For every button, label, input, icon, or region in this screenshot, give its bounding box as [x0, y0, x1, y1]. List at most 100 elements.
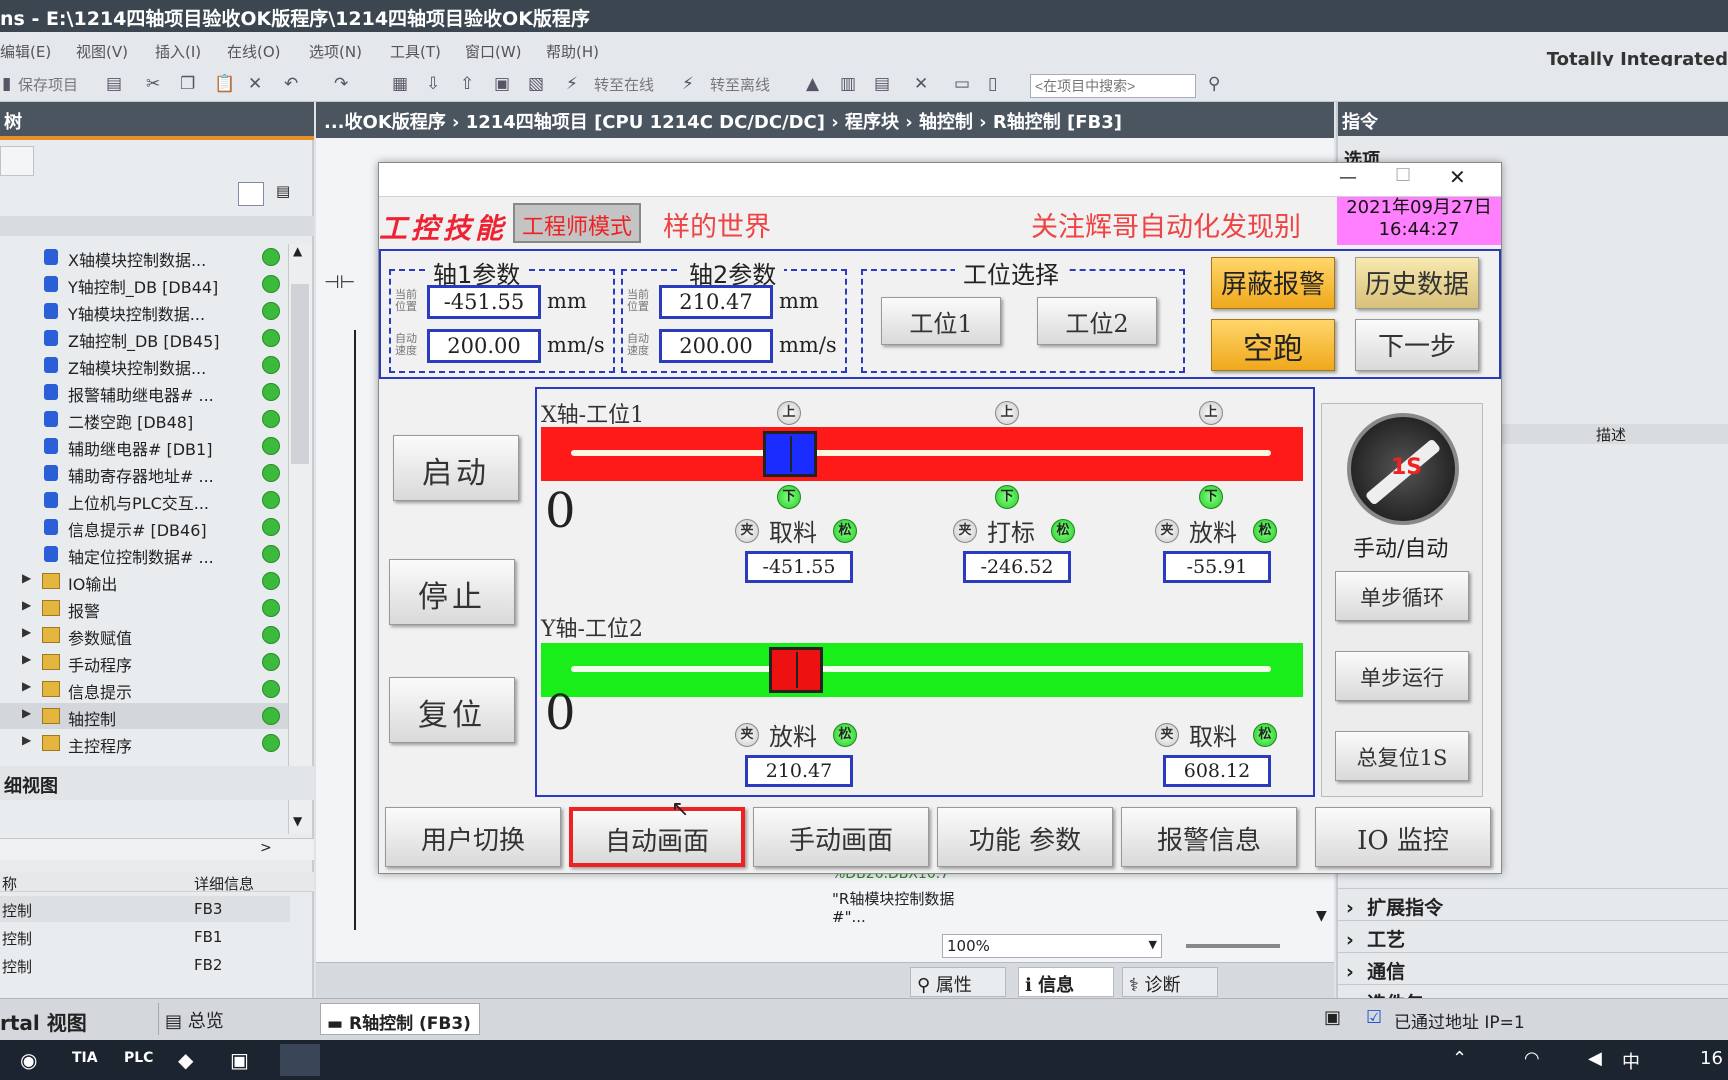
tia-portal-icon[interactable]: TIA — [72, 1050, 98, 1066]
active-app-icon[interactable] — [280, 1044, 320, 1076]
mode-selector-switch[interactable]: 1S — [1347, 413, 1459, 525]
menu-edit[interactable]: 编辑(E) — [0, 41, 51, 62]
total-reset-button[interactable]: 总复位1S — [1335, 731, 1469, 781]
search-go-icon[interactable]: ⚲ — [1208, 74, 1220, 94]
portal-view-button[interactable]: rtal 视图 — [0, 1007, 87, 1036]
tree-item[interactable]: 辅助继电器# [DB1] — [0, 433, 290, 459]
split-horizontal-icon[interactable]: ▭ — [954, 74, 970, 94]
mask-alarm-button[interactable]: 屏蔽报警 — [1211, 257, 1335, 309]
tree-item[interactable]: 辅助寄存器地址# ... — [0, 460, 290, 486]
stop-button[interactable]: 停止 — [389, 559, 515, 625]
paste-icon[interactable]: 📋 — [214, 74, 235, 94]
tree-item[interactable]: 轴定位控制数据# ... — [0, 541, 290, 567]
tree-item[interactable]: ▶ 信息提示 — [0, 676, 290, 702]
menu-help[interactable]: 帮助(H) — [546, 41, 599, 62]
y-station-value-1[interactable]: 210.47 — [745, 755, 853, 787]
go-online-button[interactable]: 转至在线 — [594, 74, 654, 95]
tree-hscroll[interactable]: > — [0, 838, 314, 860]
delete-icon[interactable]: ✕ — [248, 74, 262, 94]
expand-arrow-icon[interactable]: ▶ — [22, 706, 31, 720]
x-station-value-3[interactable]: -55.91 — [1163, 551, 1271, 583]
tree-item[interactable]: ▶ 参数赋值 — [0, 622, 290, 648]
section-technology[interactable]: › 工艺 — [1338, 920, 1728, 952]
menu-insert[interactable]: 插入(I) — [155, 41, 201, 62]
tree-add-icon[interactable]: ▤ — [276, 182, 302, 206]
scroll-up-icon[interactable]: ▲ — [293, 244, 302, 258]
engineer-mode-button[interactable]: 工程师模式 — [513, 203, 641, 243]
tree-item[interactable]: Z轴控制_DB [DB45] — [0, 325, 290, 351]
ime-indicator[interactable]: 中 — [1622, 1048, 1640, 1074]
nav-user-switch[interactable]: 用户切换 — [385, 807, 561, 867]
tree-tab[interactable] — [0, 146, 34, 176]
tree-item[interactable]: ▶ 手动程序 — [0, 649, 290, 675]
tree-item[interactable]: ▶ IO输出 — [0, 568, 290, 594]
table-row[interactable]: 控制 FB1 — [0, 924, 290, 950]
menu-tools[interactable]: 工具(T) — [390, 41, 441, 62]
nav-manual-screen[interactable]: 手动画面 — [753, 807, 929, 867]
next-step-button[interactable]: 下一步 — [1355, 319, 1479, 371]
tree-view-icon[interactable] — [238, 182, 264, 206]
zoom-slider[interactable] — [1186, 944, 1280, 948]
tab-info[interactable]: ℹ 信息 — [1018, 967, 1114, 997]
single-cycle-button[interactable]: 单步循环 — [1335, 571, 1469, 621]
menu-view[interactable]: 视图(V) — [76, 41, 128, 62]
tab-properties[interactable]: ⚲ 属性 — [910, 967, 1006, 997]
project-search-input[interactable] — [1030, 74, 1196, 98]
dry-run-button[interactable]: 空跑 — [1211, 319, 1335, 371]
menu-window[interactable]: 窗口(W) — [465, 41, 522, 62]
window-icon[interactable]: ▣ — [230, 1048, 249, 1072]
tree-item[interactable]: Y轴控制_DB [DB44] — [0, 271, 290, 297]
hscroll-right-icon[interactable]: > — [260, 840, 272, 856]
tree-item[interactable]: ▶ 轴控制 — [0, 703, 290, 729]
overview-button[interactable]: ▤ 总览 — [158, 1003, 308, 1035]
contact-icon[interactable]: ⊣⊢ — [324, 272, 355, 293]
maximize-icon[interactable]: ☐ — [1395, 165, 1411, 186]
table-row[interactable]: 控制 FB3 — [0, 896, 290, 922]
menu-options[interactable]: 选项(N) — [309, 41, 362, 62]
axis2-position-field[interactable]: 210.47 — [659, 285, 773, 319]
plcsim-icon[interactable]: PLC — [124, 1050, 153, 1066]
zoom-select[interactable]: 100% ▼ — [942, 934, 1162, 958]
volume-icon[interactable]: ◀ — [1588, 1048, 1602, 1069]
expand-arrow-icon[interactable]: ▶ — [22, 571, 31, 585]
tree-item[interactable]: Y轴模块控制数据... — [0, 298, 290, 324]
nav-function-params[interactable]: 功能 参数 — [937, 807, 1113, 867]
station1-button[interactable]: 工位1 — [881, 297, 1001, 345]
expand-arrow-icon[interactable]: ▶ — [22, 625, 31, 639]
minimize-icon[interactable]: — — [1339, 167, 1357, 188]
expand-arrow-icon[interactable]: ▶ — [22, 679, 31, 693]
start-sim-icon[interactable]: ▧ — [528, 74, 544, 94]
single-run-button[interactable]: 单步运行 — [1335, 651, 1469, 701]
axis1-position-field[interactable]: -451.55 — [427, 285, 541, 319]
go-offline-icon[interactable]: ⚡ — [682, 74, 694, 94]
tree-item[interactable]: 二楼空跑 [DB48] — [0, 406, 290, 432]
upload-icon[interactable]: ⇧ — [460, 74, 474, 94]
x-station-value-1[interactable]: -451.55 — [745, 551, 853, 583]
station2-button[interactable]: 工位2 — [1037, 297, 1157, 345]
expand-arrow-icon[interactable]: ▶ — [22, 652, 31, 666]
x-axis-slider[interactable] — [763, 431, 817, 477]
clock[interactable]: 16 — [1700, 1048, 1723, 1069]
tree-item[interactable]: ▶ 报警 — [0, 595, 290, 621]
split-vertical-icon[interactable]: ▥ — [840, 74, 856, 94]
x-station-value-2[interactable]: -246.52 — [963, 551, 1071, 583]
close-all-icon[interactable]: ✕ — [914, 74, 928, 94]
tree-item[interactable]: 上位机与PLC交互... — [0, 487, 290, 513]
reset-button[interactable]: 复位 — [389, 677, 515, 743]
download-icon[interactable]: ⇩ — [426, 74, 440, 94]
go-offline-button[interactable]: 转至离线 — [710, 74, 770, 95]
nav-alarm-info[interactable]: 报警信息 — [1121, 807, 1297, 867]
axis1-speed-field[interactable]: 200.00 — [427, 329, 541, 363]
axis2-speed-field[interactable]: 200.00 — [659, 329, 773, 363]
y-station-value-2[interactable]: 608.12 — [1163, 755, 1271, 787]
simulate-icon[interactable]: ▣ — [494, 74, 510, 94]
undo-icon[interactable]: ↶ — [284, 74, 298, 94]
chrome-icon[interactable]: ◉ — [20, 1048, 37, 1072]
tab-diagnostics[interactable]: ⚕ 诊断 — [1122, 967, 1218, 997]
section-communication[interactable]: › 通信 — [1338, 952, 1728, 984]
menu-online[interactable]: 在线(O) — [227, 41, 281, 62]
save-project-button[interactable]: 保存项目 — [18, 74, 78, 95]
cut-icon[interactable]: ✂ — [146, 74, 160, 94]
tray-chevron-icon[interactable]: ⌃ — [1452, 1048, 1467, 1069]
y-axis-slider[interactable] — [769, 647, 823, 693]
